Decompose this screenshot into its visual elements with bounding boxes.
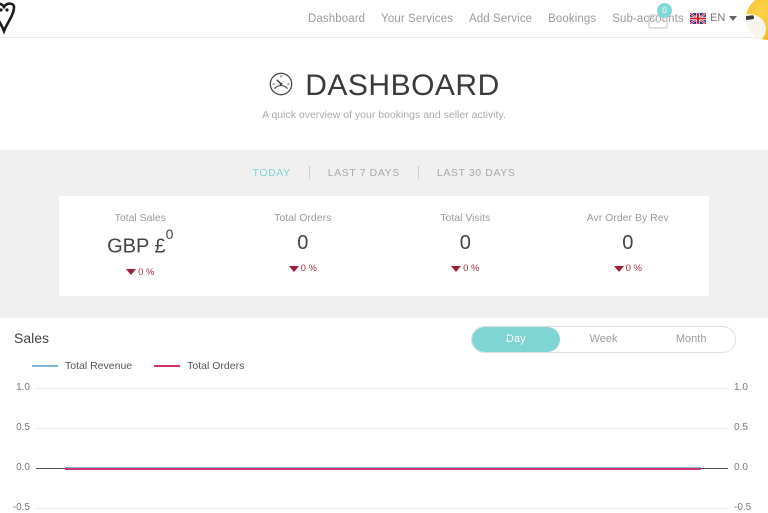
stat-delta: 0 % — [59, 267, 222, 278]
stat-delta-value: 0 % — [138, 266, 155, 278]
y-axis-tick-left: 1.0 — [16, 382, 30, 393]
heart-owl-logo[interactable] — [0, 1, 34, 37]
stat-value-sup: 0 — [165, 225, 174, 242]
nav-link-dashboard[interactable]: Dashboard — [308, 13, 365, 25]
messages-button[interactable]: 0 — [648, 3, 672, 32]
stat-total-sales: Total Sales GBP £0 0 % — [59, 212, 222, 278]
stat-label: Total Visits — [440, 212, 491, 224]
stat-delta: 0 % — [547, 263, 710, 274]
stat-value: 0 — [459, 232, 471, 254]
summary-section: TODAY LAST 7 DAYS LAST 30 DAYS Total Sal… — [0, 150, 768, 318]
arrow-down-icon — [126, 269, 137, 276]
stat-total-visits: Total Visits 0 0 % — [384, 212, 547, 278]
page-title: DASHBOARD — [305, 69, 500, 102]
stat-delta-value: 0 % — [463, 263, 480, 274]
chevron-down-icon[interactable] — [729, 15, 738, 21]
stat-delta-value: 0 % — [300, 263, 317, 274]
stat-delta: 0 % — [384, 263, 547, 274]
stats-card: Total Sales GBP £0 0 % Total Orders 0 0 … — [59, 196, 709, 296]
series-line-total-orders — [65, 468, 701, 470]
stat-label: Avr Order By Rev — [586, 212, 669, 224]
legend-item-total-orders[interactable]: Total Orders — [154, 360, 244, 372]
messages-badge: 0 — [657, 3, 672, 18]
period-tab-today[interactable]: TODAY — [235, 167, 309, 179]
gridline-neg-0-5 — [36, 508, 728, 509]
legend-swatch — [32, 365, 58, 367]
gridline-0-5 — [36, 428, 728, 429]
top-header: Dashboard Your Services Add Service Book… — [0, 0, 768, 40]
granularity-option-day[interactable]: Day — [472, 326, 560, 352]
stat-value: 0 — [297, 232, 309, 254]
arrow-down-icon — [451, 265, 462, 272]
stat-avr-order-by-rev: Avr Order By Rev 0 0 % — [547, 212, 710, 278]
nav-link-your-services[interactable]: Your Services — [381, 13, 453, 25]
y-axis-tick-right: 0.0 — [734, 462, 748, 473]
sales-chart: 1.0 1.0 0.5 0.5 0.0 0.0 -0.5 -0.5 — [0, 380, 768, 513]
y-axis-tick-left: 0.0 — [16, 462, 30, 473]
arrow-down-icon — [288, 265, 299, 272]
language-code: EN — [710, 12, 726, 24]
page-title-block: DASHBOARD A quick overview of your booki… — [0, 38, 768, 121]
title-row: DASHBOARD — [0, 69, 768, 103]
arrow-down-icon — [613, 265, 624, 272]
user-avatar[interactable] — [746, 0, 768, 40]
speedometer-icon — [268, 71, 294, 102]
stat-label: Total Orders — [274, 212, 332, 224]
granularity-option-month[interactable]: Month — [647, 327, 735, 352]
stat-value: GBP £0 — [59, 226, 222, 259]
main-navigation: Dashboard Your Services Add Service Book… — [308, 13, 684, 25]
stat-value: 0 — [622, 232, 634, 254]
language-selector[interactable]: EN — [690, 12, 738, 24]
legend-swatch — [154, 365, 181, 367]
period-tab-last-30-days[interactable]: LAST 30 DAYS — [419, 167, 534, 179]
nav-link-bookings[interactable]: Bookings — [548, 13, 596, 25]
y-axis-tick-left: -0.5 — [12, 502, 30, 513]
stat-value-main: GBP £ — [107, 235, 166, 258]
y-axis-tick-left: 0.5 — [16, 422, 30, 433]
stat-delta: 0 % — [222, 263, 385, 274]
uk-flag-icon — [690, 12, 706, 24]
legend-label: Total Orders — [187, 360, 245, 372]
y-axis-tick-right: -0.5 — [734, 502, 752, 513]
y-axis-tick-right: 0.5 — [734, 422, 748, 433]
stat-total-orders: Total Orders 0 0 % — [222, 212, 385, 278]
gridline-1-0 — [36, 388, 728, 389]
legend-label: Total Revenue — [65, 360, 133, 372]
y-axis-tick-right: 1.0 — [734, 382, 748, 393]
page-subtitle: A quick overview of your bookings and se… — [262, 109, 506, 121]
chart-legend: Total Revenue Total Orders — [32, 360, 244, 372]
period-tabs: TODAY LAST 7 DAYS LAST 30 DAYS — [0, 166, 768, 179]
granularity-toggle: Day Week Month — [471, 325, 736, 353]
granularity-option-week[interactable]: Week — [560, 327, 648, 352]
legend-item-total-revenue[interactable]: Total Revenue — [32, 360, 132, 372]
sales-section-title: Sales — [14, 329, 50, 346]
stat-delta-value: 0 % — [625, 263, 642, 274]
stat-label: Total Sales — [114, 212, 166, 224]
nav-link-add-service[interactable]: Add Service — [469, 13, 532, 25]
period-tab-last-7-days[interactable]: LAST 7 DAYS — [310, 167, 418, 179]
